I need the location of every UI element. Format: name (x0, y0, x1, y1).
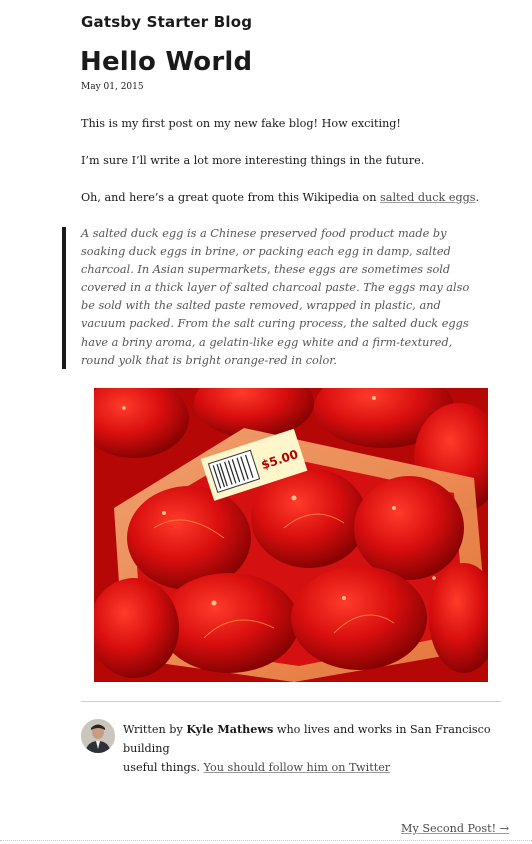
quote-intro-text: Oh, and here’s a great quote from this W… (81, 191, 381, 204)
post-title: Hello World (80, 47, 253, 77)
future-paragraph: I’m sure I’ll write a lot more interesti… (81, 154, 425, 167)
page: Gatsby Starter Blog Hello World May 01, … (0, 0, 532, 844)
blockquote-bar (62, 227, 66, 369)
bio-divider (81, 701, 501, 702)
quote-line: round yolk that is bright orange-red in … (81, 353, 337, 367)
site-title[interactable]: Gatsby Starter Blog (81, 13, 252, 31)
next-post-link[interactable]: My Second Post! → (401, 822, 509, 835)
blockquote: A salted duck egg is a Chinese preserved… (81, 225, 501, 370)
quote-intro-paragraph: Oh, and here’s a great quote from this W… (81, 191, 479, 204)
author-avatar-icon (81, 719, 115, 753)
bottom-dotted-rule (0, 840, 532, 841)
egg-photo-illustration: $5.00 (94, 388, 488, 682)
quote-line: have a briny aroma, a gelatin-like egg w… (81, 335, 453, 349)
post-date: May 01, 2015 (81, 82, 144, 92)
quote-intro-end: . (475, 191, 480, 204)
quote-line: soaking duck eggs in brine, or packing e… (81, 245, 451, 259)
quote-line: vacuum packed. From the salt curing proc… (81, 317, 469, 331)
quote-line: charcoal. In Asian supermarkets, these e… (81, 263, 451, 277)
quote-line: A salted duck egg is a Chinese preserved… (81, 227, 447, 240)
author-bio: Written by Kyle Mathews who lives and wo… (123, 720, 508, 777)
twitter-follow-link[interactable]: You should follow him on Twitter (204, 761, 391, 774)
author-avatar (81, 719, 115, 753)
intro-paragraph: This is my first post on my new fake blo… (81, 117, 401, 130)
salted-duck-eggs-link[interactable]: salted duck eggs (380, 191, 475, 204)
author-name: Kyle Mathews (186, 722, 274, 736)
bio-line2: useful things. (123, 761, 204, 774)
quote-line: covered in a thick layer of salted charc… (81, 281, 470, 295)
salted-duck-eggs-photo: $5.00 (94, 388, 488, 682)
bio-written-by: Written by (123, 723, 187, 736)
quote-line: be sold with the salted paste removed, w… (81, 299, 441, 313)
